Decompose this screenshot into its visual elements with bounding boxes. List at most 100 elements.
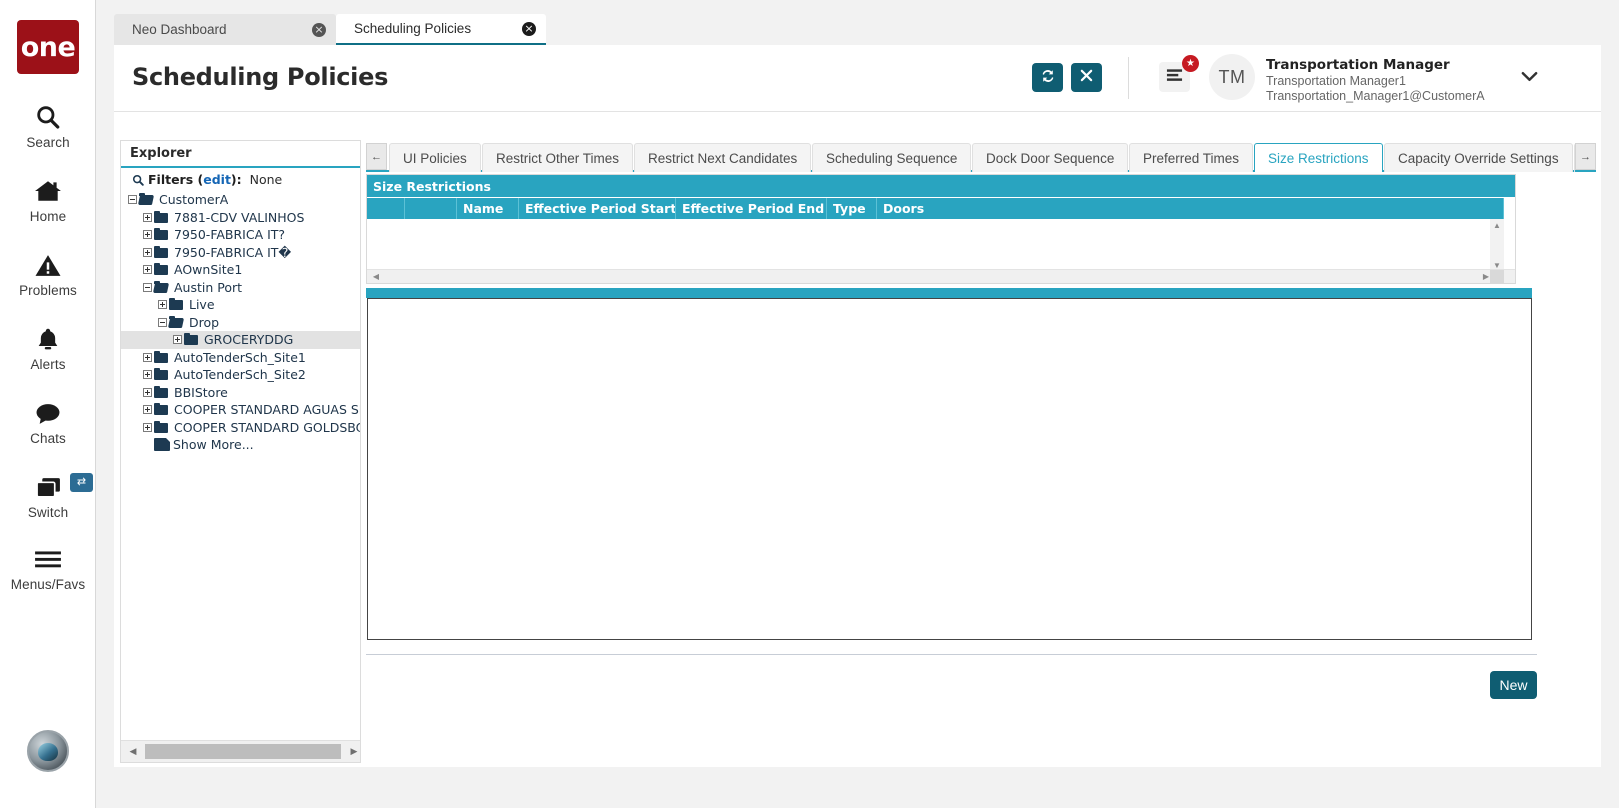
grid-header-blank[interactable] (405, 198, 457, 219)
tab-restrict-other-times[interactable]: Restrict Other Times (482, 143, 634, 172)
tab-label: Dock Door Sequence (986, 150, 1115, 166)
detail-panel[interactable] (367, 298, 1532, 640)
collapse-icon[interactable] (140, 282, 154, 292)
refresh-icon (1040, 68, 1056, 88)
expand-icon[interactable] (140, 352, 154, 362)
tree-node[interactable]: 7881-CDV VALINHOS (121, 209, 360, 227)
grid-horizontal-scrollbar[interactable]: ◀ ▶ (367, 269, 1515, 283)
triangle-left-icon[interactable]: ◀ (369, 270, 383, 283)
tree-node[interactable]: Live (121, 296, 360, 314)
grid-header-name[interactable]: Name (457, 198, 519, 219)
minus-box-icon (127, 195, 137, 205)
tab-size-restrictions[interactable]: Size Restrictions (1254, 143, 1383, 172)
expand-icon[interactable] (155, 300, 169, 310)
tab-restrict-next-candidates[interactable]: Restrict Next Candidates (634, 143, 812, 172)
tree-node[interactable]: Show More... (121, 436, 360, 454)
folder-icon (169, 298, 185, 311)
expand-icon[interactable] (140, 212, 154, 222)
grid-header-blank[interactable] (367, 198, 405, 219)
filters-edit-link[interactable]: edit (203, 172, 231, 187)
scrollbar-thumb[interactable] (145, 744, 341, 759)
rail-label-switch: Switch (27, 505, 69, 520)
tab-preferred-times[interactable]: Preferred Times (1129, 143, 1254, 172)
expand-icon[interactable] (140, 387, 154, 397)
rail-item-search[interactable]: Search (0, 100, 96, 150)
tree-node[interactable]: AutoTenderSch_Site1 (121, 349, 360, 367)
triangle-left-icon[interactable]: ◀ (122, 741, 144, 762)
tab-label: Scheduling Sequence (826, 150, 958, 166)
rail-user-avatar[interactable] (27, 730, 69, 772)
rail-label-home: Home (29, 209, 67, 224)
detail-panel-header-bar (366, 288, 1532, 298)
rail-item-menus-favs[interactable]: Menus/Favs (0, 542, 96, 592)
page-card: Scheduling Policies ★ TM Transportation … (114, 45, 1601, 767)
grid-header-type[interactable]: Type (827, 198, 877, 219)
tree-node[interactable]: Drop (121, 314, 360, 332)
tree-node-label: GROCERYDDG (204, 332, 294, 348)
tab-dock-door-sequence[interactable]: Dock Door Sequence (972, 143, 1129, 172)
tree-node[interactable]: COOPER STANDARD GOLDSBORO (121, 419, 360, 437)
tree-node[interactable]: 7950-FABRICA IT? (121, 226, 360, 244)
rail-item-alerts[interactable]: Alerts (0, 322, 96, 372)
folder-open-icon (154, 280, 170, 293)
expand-icon[interactable] (140, 422, 154, 432)
grid-header-doors[interactable]: Doors (877, 198, 1504, 219)
left-nav-rail: one Search Home Problems Alerts Chats Sw… (0, 0, 96, 808)
tab-capacity-override-settings[interactable]: Capacity Override Settings (1384, 143, 1573, 172)
switch-swap-badge[interactable]: ⇄ (70, 473, 93, 492)
grid-column-headers: Name Effective Period Start Date Effective… (367, 198, 1504, 219)
triangle-up-icon[interactable]: ▲ (1490, 219, 1504, 231)
collapse-icon[interactable] (155, 317, 169, 327)
tab-label: Capacity Override Settings (1398, 150, 1559, 166)
tree-node[interactable]: GROCERYDDG (121, 331, 360, 349)
tree-node[interactable]: AOwnSite1 (121, 261, 360, 279)
refresh-button[interactable] (1032, 63, 1063, 92)
grid-header-effective-period-start-date[interactable]: Effective Period Start Date (519, 198, 676, 219)
user-menu-toggle[interactable] (1514, 63, 1544, 93)
rail-label-chats: Chats (30, 431, 66, 446)
tab-scroll-right-button[interactable]: → (1575, 143, 1596, 170)
list-menu-icon (1166, 68, 1183, 87)
warning-triangle-icon (0, 248, 96, 282)
expand-icon[interactable] (140, 265, 154, 275)
page-footer: New (366, 654, 1537, 714)
close-circle-icon[interactable]: × (312, 22, 326, 37)
workspace-tab-neo-dashboard[interactable]: Neo Dashboard × (114, 14, 336, 45)
filters-row: Filters ( edit ): None (121, 170, 360, 189)
workspace-tab-scheduling-policies[interactable]: Scheduling Policies × (336, 14, 546, 46)
rail-item-chats[interactable]: Chats (0, 396, 96, 446)
close-circle-icon[interactable]: × (522, 21, 536, 36)
tab-scheduling-sequence[interactable]: Scheduling Sequence (812, 143, 972, 172)
app-logo[interactable]: one (17, 20, 79, 74)
tree-node[interactable]: Austin Port (121, 279, 360, 297)
app-logo-text: one (20, 31, 76, 63)
tree-node[interactable]: 7950-FABRICA IT� (121, 244, 360, 262)
collapse-icon[interactable] (125, 195, 139, 205)
expand-icon[interactable] (140, 370, 154, 380)
rail-item-problems[interactable]: Problems (0, 248, 96, 298)
rail-item-home[interactable]: Home (0, 174, 96, 224)
grid-header-effective-period-end-date[interactable]: Effective Period End Date (676, 198, 827, 219)
content-area: ← UI Policies Restrict Other Times Restric… (366, 140, 1596, 763)
size-restrictions-grid: Size Restrictions Name Effective Period S… (366, 174, 1516, 284)
tree-node[interactable]: COOPER STANDARD AGUAS SEALING ( (121, 401, 360, 419)
expand-icon[interactable] (170, 335, 184, 345)
search-icon (0, 100, 96, 134)
triangle-right-icon[interactable]: ▶ (343, 741, 365, 762)
explorer-tree[interactable]: CustomerA 7881-CDV VALINHOS 7950-FABRICA I… (121, 191, 360, 739)
tab-ui-policies[interactable]: UI Policies (389, 143, 481, 172)
tree-node[interactable]: BBIStore (121, 384, 360, 402)
expand-icon[interactable] (140, 247, 154, 257)
expand-icon[interactable] (140, 230, 154, 240)
folder-icon (154, 368, 170, 381)
explorer-horizontal-scrollbar[interactable]: ◀ ▶ (121, 740, 360, 762)
tree-node[interactable]: CustomerA (121, 191, 360, 209)
grid-body[interactable] (367, 219, 1504, 271)
expand-icon[interactable] (140, 405, 154, 415)
tab-scroll-left-button[interactable]: ← (366, 143, 387, 170)
avatar[interactable]: TM (1209, 54, 1255, 100)
grid-vertical-scrollbar[interactable]: ▲ ▼ (1490, 219, 1504, 271)
close-page-button[interactable] (1071, 63, 1102, 92)
new-button[interactable]: New (1490, 671, 1537, 699)
tree-node[interactable]: AutoTenderSch_Site2 (121, 366, 360, 384)
